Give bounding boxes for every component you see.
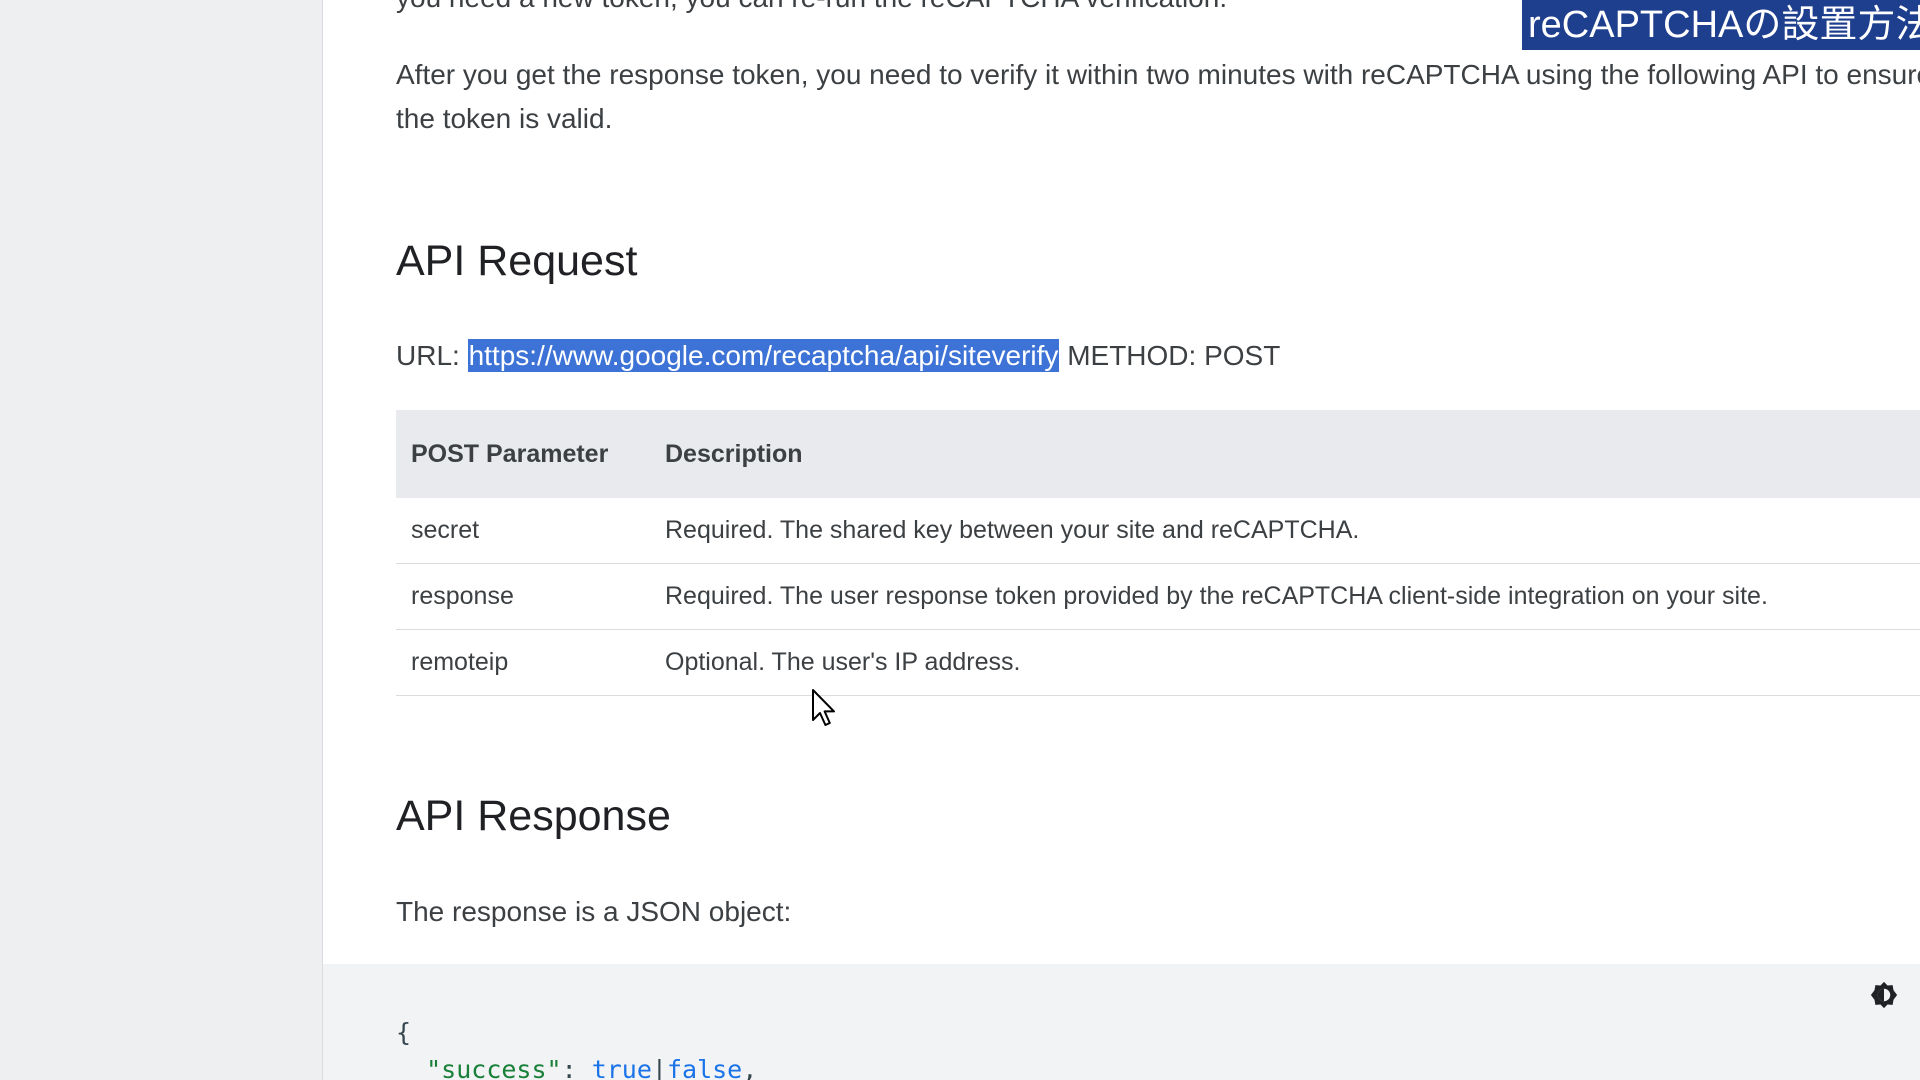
mouse-pointer-icon (811, 688, 837, 728)
table-row: remoteip Optional. The user's IP address… (396, 629, 1920, 696)
doc-content[interactable]: you need a new token, you can re-run the… (323, 0, 1920, 1080)
mouse-pointer-svg (812, 689, 835, 726)
code-true: true (591, 1055, 652, 1080)
table-row: secret Required. The shared key between … (396, 498, 1920, 564)
table-row: response Required. The user response tok… (396, 563, 1920, 630)
response-intro: The response is a JSON object: (396, 896, 792, 927)
api-response-heading: API Response (396, 792, 671, 840)
code-text: { "success": true|false, (396, 1014, 757, 1080)
url-label: URL: (396, 340, 460, 371)
video-title-overlay: reCAPTCHAの設置方法 (1522, 0, 1920, 50)
brightness-icon-svg (1870, 981, 1898, 1009)
code-colon: : (561, 1055, 592, 1080)
code-key-success: "success" (426, 1055, 562, 1080)
param-description: Required. The shared key between your si… (650, 498, 1920, 564)
table-header-description: Description (650, 410, 1920, 498)
partial-paragraph: you need a new token, you can re-run the… (396, 0, 1227, 20)
code-comma: , (742, 1055, 758, 1080)
param-description: Required. The user response token provid… (650, 563, 1920, 630)
param-name: response (396, 563, 650, 630)
param-name: remoteip (396, 629, 650, 696)
table-header-row: POST Parameter Description (396, 410, 1920, 498)
api-request-heading: API Request (396, 237, 638, 285)
param-name: secret (396, 498, 650, 564)
code-brace: { (396, 1018, 412, 1047)
siteverify-url-link[interactable]: https://www.google.com/recaptcha/api/sit… (467, 339, 1060, 372)
verify-paragraph: After you get the response token, you ne… (396, 53, 1920, 141)
json-code-block[interactable]: { "success": true|false, (323, 964, 1920, 1080)
url-line: URL: https://www.google.com/recaptcha/ap… (396, 334, 1280, 378)
code-false: false (666, 1055, 743, 1080)
verify-paragraph-text: After you get the response token, you ne… (396, 59, 1920, 134)
brightness-icon[interactable] (1869, 980, 1899, 1010)
method-text: METHOD: POST (1067, 340, 1281, 371)
table-header-param: POST Parameter (396, 410, 650, 498)
post-parameter-table: POST Parameter Description secret Requir… (396, 410, 1920, 696)
param-description: Optional. The user's IP address. (650, 629, 1920, 696)
code-pipe: | (651, 1055, 667, 1080)
browser-viewport: you need a new token, you can re-run the… (0, 0, 1920, 1080)
left-sidebar-gutter (0, 0, 323, 1080)
